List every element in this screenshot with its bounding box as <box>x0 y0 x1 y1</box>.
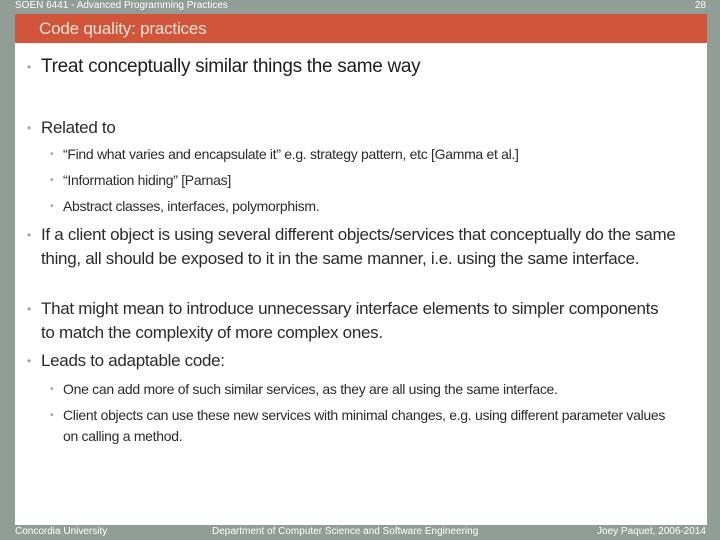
bullet-icon: • <box>50 410 54 421</box>
course-name: SOEN 6441 - Advanced Programming Practic… <box>15 0 228 11</box>
sub-bullet-2-2: • “Information hiding” [Parnas] <box>50 170 231 191</box>
bullet-icon: • <box>27 121 31 135</box>
title-bar: Code quality: practices <box>15 14 707 43</box>
bullet-icon: • <box>50 384 54 395</box>
bullet-icon: • <box>50 149 54 160</box>
bullet-4: • That might mean to introduce unnecessa… <box>27 297 661 345</box>
bullet-text: One can add more of such similar service… <box>63 381 558 397</box>
bullet-icon: • <box>27 228 31 242</box>
footer-university: Concordia University <box>15 526 108 537</box>
bullet-icon: • <box>27 60 31 74</box>
bullet-text: If a client object is using several diff… <box>41 225 676 268</box>
sub-bullet-5-2: • Client objects can use these new servi… <box>50 405 678 447</box>
bullet-text: That might mean to introduce unnecessary… <box>41 299 659 342</box>
sub-bullet-2-3: • Abstract classes, interfaces, polymorp… <box>50 196 320 217</box>
bullet-text: “Find what varies and encapsulate it” e.… <box>63 146 519 162</box>
bullet-1: • Treat conceptually similar things the … <box>27 55 421 79</box>
bullet-icon: • <box>27 354 31 368</box>
bullet-icon: • <box>50 175 54 186</box>
footer-department: Department of Computer Science and Softw… <box>212 526 479 537</box>
bullet-text: Treat conceptually similar things the sa… <box>41 56 421 77</box>
sub-bullet-2-1: • “Find what varies and encapsulate it” … <box>50 144 519 165</box>
footer-author: Joey Paquet, 2006-2014 <box>597 526 706 537</box>
bullet-text: Client objects can use these new service… <box>63 407 666 444</box>
slide-title: Code quality: practices <box>39 19 207 38</box>
content-panel <box>15 43 707 525</box>
bullet-text: “Information hiding” [Parnas] <box>63 172 231 188</box>
bullet-icon: • <box>27 302 31 316</box>
bullet-text: Abstract classes, interfaces, polymorphi… <box>63 198 320 214</box>
bullet-5: • Leads to adaptable code: <box>27 349 225 373</box>
bullet-3: • If a client object is using several di… <box>27 223 686 271</box>
sub-bullet-5-1: • One can add more of such similar servi… <box>50 379 558 400</box>
bullet-text: Leads to adaptable code: <box>41 351 225 370</box>
bullet-2: • Related to <box>27 116 116 140</box>
bullet-icon: • <box>50 201 54 212</box>
bullet-text: Related to <box>41 118 116 137</box>
page-number: 28 <box>694 0 706 11</box>
